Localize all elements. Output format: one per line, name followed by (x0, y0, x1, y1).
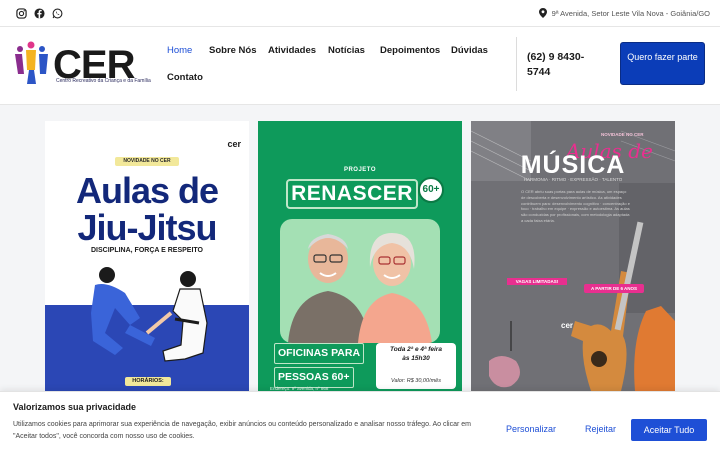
cookie-title: Valorizamos sua privacidade (13, 402, 137, 412)
card-musica[interactable]: NOVIDADE NO CER Aulas de MÚSICA HARMONIA… (471, 121, 675, 391)
address-text: 9ª Avenida, Setor Leste Vila Nova - Goiâ… (551, 8, 710, 18)
card-logo: cer (561, 321, 574, 330)
cookie-text: Utilizamos cookies para aprimorar sua ex… (13, 421, 471, 440)
novidade-badge: NOVIDADE NO CER (601, 132, 644, 137)
vagas-badge: VAGAS LIMITADAS! (507, 278, 567, 285)
nav-sobre-nos[interactable]: Sobre Nós (209, 45, 257, 56)
card-logo: cer (227, 139, 241, 149)
accept-all-button[interactable]: Aceitar Tudo (631, 419, 707, 441)
card-title-line2: Jiu-Jitsu (77, 207, 217, 248)
oficinas-line2: PESSOAS 60+ (274, 367, 354, 388)
join-button[interactable]: Quero fazer parte (620, 42, 705, 85)
idade-badge: A PARTIR DE 6 ANOS (584, 284, 644, 293)
site-header: CER Centro Recreativo da Criança e da Fa… (0, 27, 720, 105)
jiujitsu-illustration (91, 267, 208, 362)
schedule-hour: às 15h30 (402, 354, 430, 362)
seniors-photo (280, 219, 440, 343)
nav-depoimentos[interactable]: Depoimentos (380, 45, 440, 56)
customize-button[interactable]: Personalizar (506, 424, 556, 434)
horarios-label: HORÁRIOS: (125, 377, 171, 386)
card-kicker: PROJETO (343, 167, 377, 173)
nav-home[interactable]: Home (167, 45, 192, 56)
instagram-icon[interactable] (16, 8, 27, 19)
card-subtitle: DISCIPLINA, FORÇA E RESPEITO (90, 247, 203, 254)
address: 9ª Avenida, Setor Leste Vila Nova - Goiâ… (538, 8, 710, 18)
map-pin-icon (538, 8, 547, 18)
card-description: O CER abriu suas portas para aulas de mú… (521, 189, 630, 223)
card-title-line1: Aulas de (75, 170, 219, 211)
oficinas-line1: OFICINAS PARA (274, 343, 365, 364)
cookie-banner: Valorizamos sua privacidade Utilizamos c… (0, 391, 720, 450)
header-divider (516, 37, 517, 91)
phone-number[interactable]: (62) 9 8430-5744 (527, 50, 607, 80)
age-badge: 60+ (418, 177, 444, 203)
nav-noticias[interactable]: Notícias (328, 45, 365, 56)
oficinas-text: OFICINAS PARA PESSOAS 60+ (274, 343, 365, 391)
card-renascer[interactable]: PROJETO RENASCER 60+ OFICINAS PARA PESSO… (258, 121, 462, 391)
top-bar: 9ª Avenida, Setor Leste Vila Nova - Goiâ… (0, 0, 720, 27)
nav-atividades[interactable]: Atividades (268, 45, 316, 56)
schedule-price: Valor: R$ 30,00/mês (391, 378, 441, 384)
nav-contato[interactable]: Contato (167, 72, 203, 83)
reject-button[interactable]: Rejeitar (585, 424, 616, 434)
schedule-box: Toda 2ª e 4ª feira às 15h30 Valor: R$ 30… (376, 343, 456, 389)
nav-duvidas[interactable]: Dúvidas (451, 45, 488, 56)
card-title: RENASCER (286, 179, 418, 209)
whatsapp-icon[interactable] (52, 8, 63, 19)
schedule-days: Toda 2ª e 4ª feira (390, 346, 442, 353)
novidade-badge: NOVIDADE NO CER (115, 157, 179, 166)
seniors-illustration (288, 233, 432, 343)
logo-subtitle: Centro Recreativo da Criança e da Famíli… (56, 78, 151, 84)
facebook-icon[interactable] (34, 8, 45, 19)
card-title: MÚSICA (520, 151, 626, 179)
card-jiujitsu[interactable]: cer NOVIDADE NO CER Aulas de Jiu-Jitsu D… (45, 121, 249, 391)
card-tagline: HARMONIA · RITMO · EXPRESSÃO · TALENTO (523, 177, 623, 182)
